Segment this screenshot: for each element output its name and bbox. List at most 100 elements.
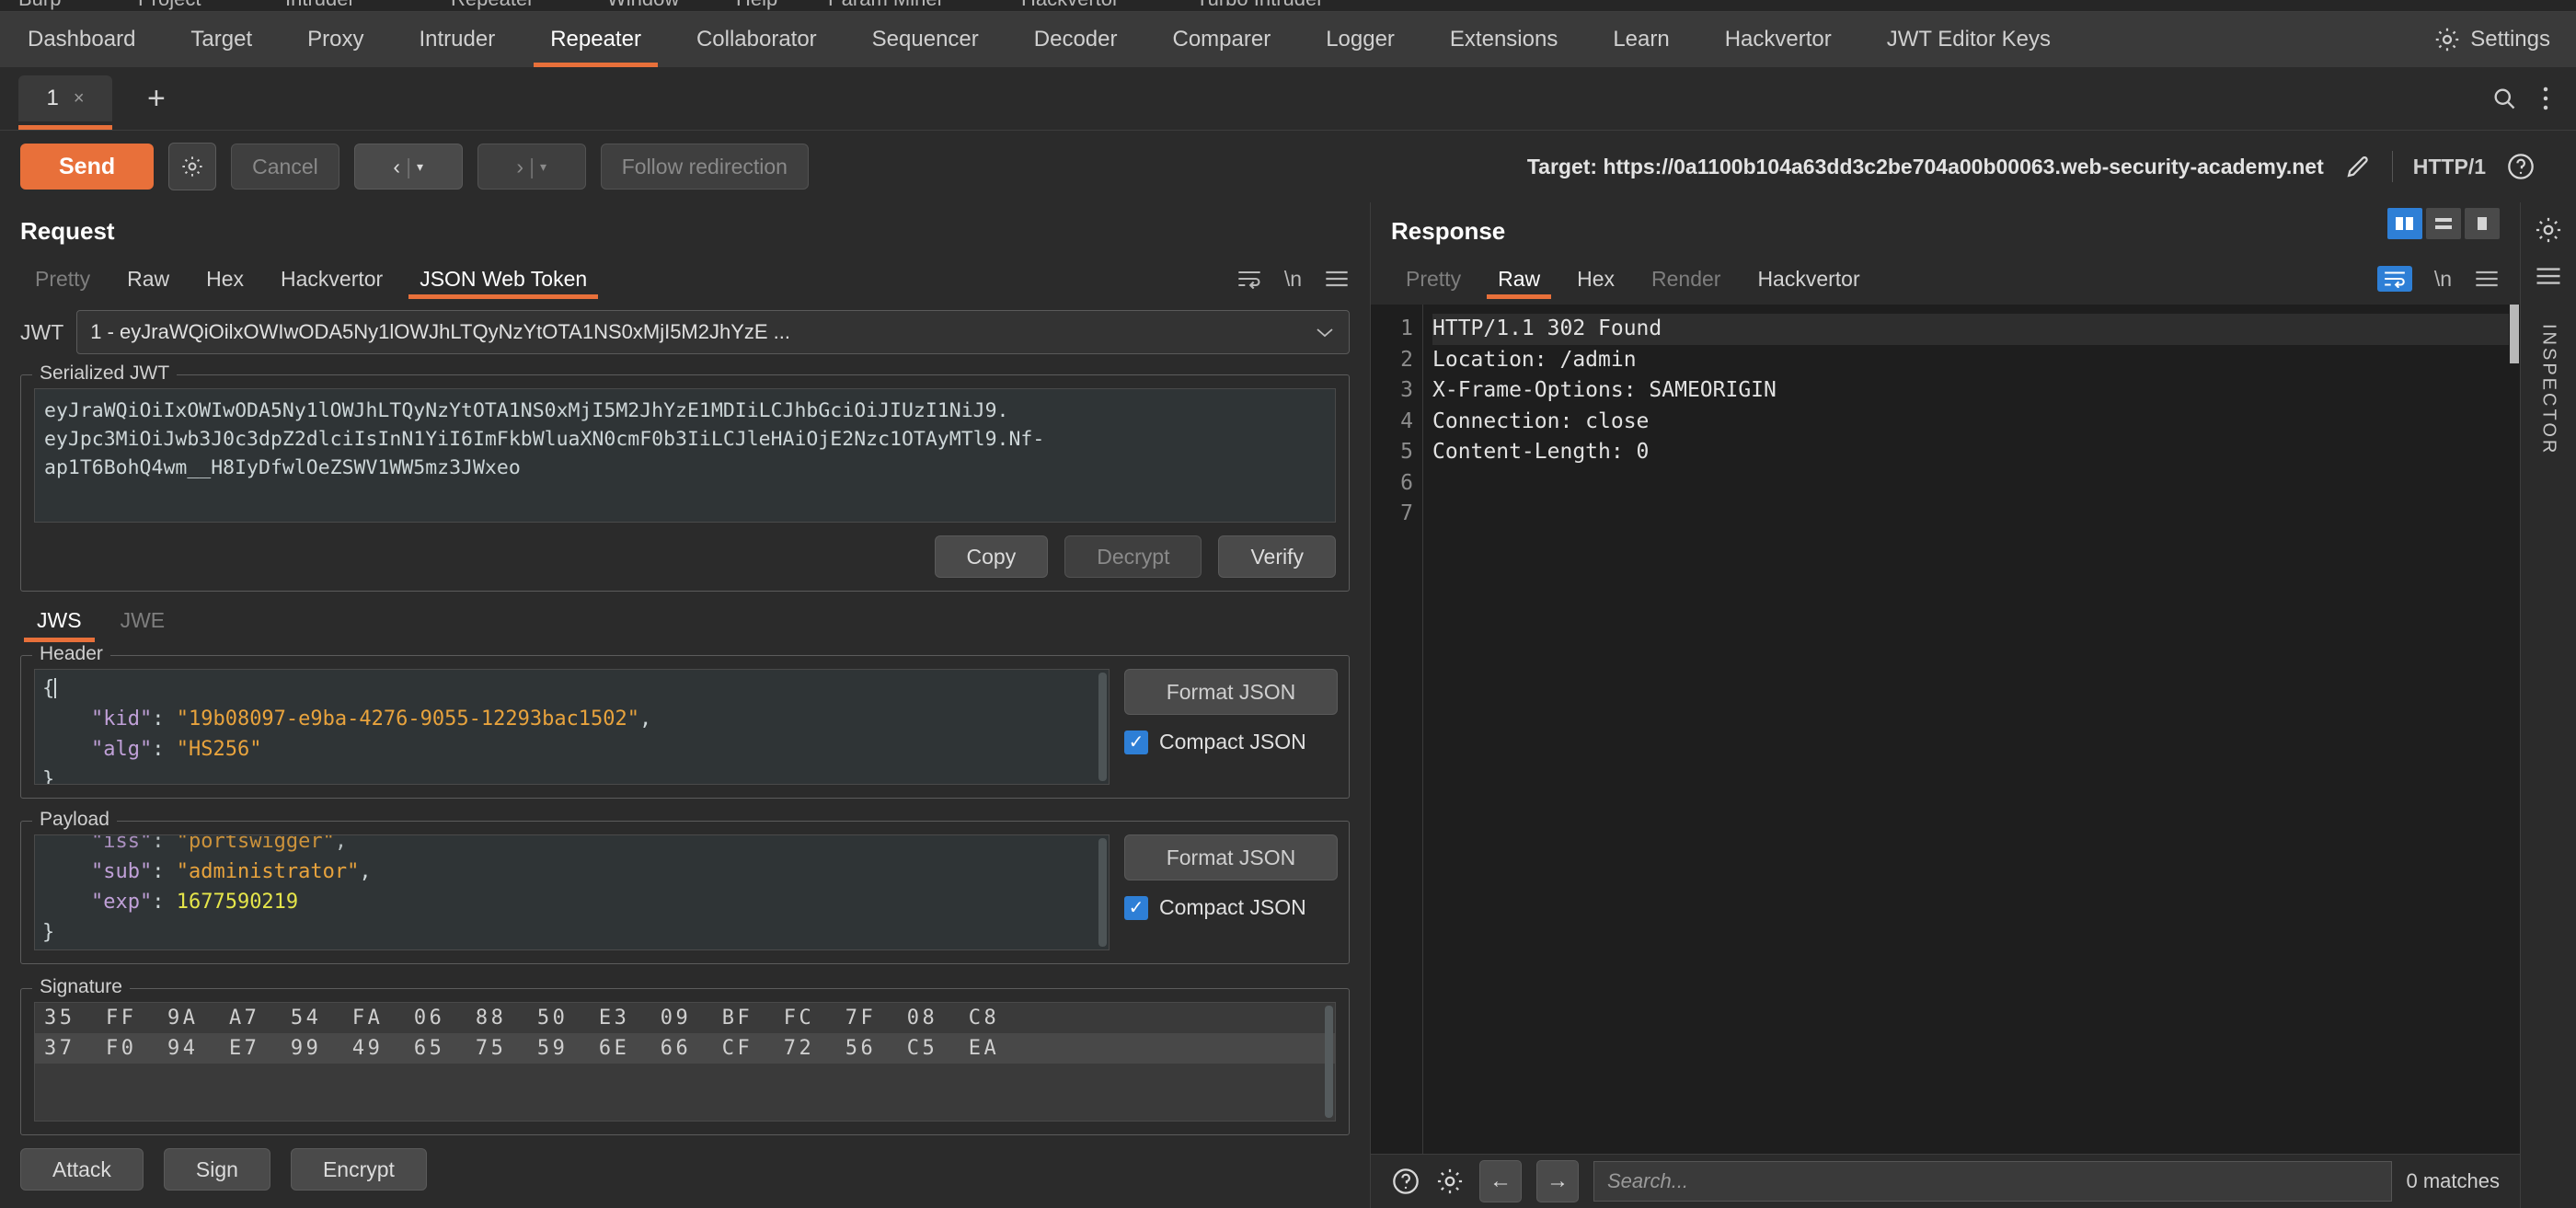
word-wrap-icon[interactable] <box>1236 269 1262 289</box>
chevron-down-icon[interactable]: ▾ <box>417 159 423 175</box>
chevron-down-icon[interactable] <box>1314 325 1336 339</box>
single-view-icon[interactable] <box>2465 208 2500 239</box>
nav-tab-comparer[interactable]: Comparer <box>1144 12 1298 67</box>
jwt-payload-editor[interactable]: "iss": "portswigger", "sub": "administra… <box>34 834 1110 950</box>
jwt-select[interactable]: 1 - eyJraWQiOilxOWIwODA5Ny1lOWJhLTQyNzYt… <box>76 310 1350 354</box>
nav-tab-dashboard[interactable]: Dashboard <box>0 12 163 67</box>
newline-icon[interactable]: \n <box>2434 267 2452 292</box>
main-tab-bar[interactable]: Dashboard Target Proxy Intruder Repeater… <box>0 12 2576 67</box>
vertical-scrollbar[interactable] <box>1325 1006 1333 1118</box>
tab-jws[interactable]: JWS <box>20 608 98 642</box>
send-settings-button[interactable] <box>168 143 217 190</box>
encrypt-button[interactable]: Encrypt <box>290 1148 427 1191</box>
response-tab-bar[interactable]: Pretty Raw Hex Render Hackvertor \n <box>1371 253 2520 305</box>
compact-json-checkbox-payload[interactable]: ✓ Compact JSON <box>1124 895 1306 920</box>
question-circle-icon[interactable] <box>1391 1167 1420 1196</box>
checkbox-checked-icon[interactable]: ✓ <box>1124 730 1148 754</box>
panel-icon[interactable] <box>2535 265 2562 287</box>
cancel-button[interactable]: Cancel <box>231 144 339 190</box>
nav-tab-repeater[interactable]: Repeater <box>523 12 669 67</box>
send-button[interactable]: Send <box>20 144 155 190</box>
jwt-header-editor[interactable]: { "kid": "19b08097-e9ba-4276-9055-12293b… <box>34 669 1110 785</box>
format-json-button-payload[interactable]: Format JSON <box>1124 834 1338 880</box>
close-icon[interactable]: × <box>74 88 85 109</box>
response-tab-raw[interactable]: Raw <box>1479 253 1558 305</box>
menu-item-turbo-intruder[interactable]: Turbo Intruder <box>1196 0 1324 11</box>
copy-button[interactable]: Copy <box>934 535 1049 578</box>
pencil-icon[interactable] <box>2344 153 2372 180</box>
request-tab-json-web-token[interactable]: JSON Web Token <box>401 253 605 305</box>
response-tab-pretty[interactable]: Pretty <box>1387 253 1479 305</box>
json-key-exp: "exp" <box>90 891 153 914</box>
nav-tab-logger[interactable]: Logger <box>1298 12 1422 67</box>
serialized-jwt-textarea[interactable]: eyJraWQiOiIxOWIwODA5Ny1lOWJhLTQyNzYtOTA1… <box>34 388 1336 523</box>
nav-tab-hackvertor[interactable]: Hackvertor <box>1697 12 1859 67</box>
menu-item-window[interactable]: Window <box>607 0 679 11</box>
repeater-tab-strip[interactable]: 1 × + <box>0 67 2576 131</box>
jws-jwe-tab-bar[interactable]: JWS JWE <box>0 592 1370 642</box>
request-tab-hex[interactable]: Hex <box>188 253 262 305</box>
response-scrollbar[interactable] <box>2509 305 2520 1154</box>
nav-tab-sequencer[interactable]: Sequencer <box>845 12 1006 67</box>
tab-jwe[interactable]: JWE <box>104 608 182 642</box>
split-view-icon[interactable] <box>2387 208 2422 239</box>
scrollbar-thumb[interactable] <box>2510 305 2519 363</box>
stacked-view-icon[interactable] <box>2426 208 2461 239</box>
chevron-down-icon[interactable]: ▾ <box>540 159 546 175</box>
request-tab-bar[interactable]: Pretty Raw Hex Hackvertor JSON Web Token… <box>0 253 1370 305</box>
response-raw-text[interactable]: HTTP/1.1 302 Found Location: /admin X-Fram… <box>1423 305 2520 1154</box>
gear-icon[interactable] <box>1435 1167 1465 1196</box>
menu-item-help[interactable]: Help <box>736 0 777 11</box>
search-icon[interactable] <box>2491 86 2517 111</box>
inspector-label[interactable]: INSPECTOR <box>2538 324 2559 455</box>
vertical-scrollbar[interactable] <box>1098 673 1107 781</box>
nav-tab-intruder[interactable]: Intruder <box>391 12 523 67</box>
response-tab-hex[interactable]: Hex <box>1558 253 1633 305</box>
nav-tab-collaborator[interactable]: Collaborator <box>669 12 845 67</box>
menu-item-hackvertor[interactable]: Hackvertor <box>1021 0 1119 11</box>
word-wrap-icon[interactable] <box>2376 266 2412 292</box>
response-tab-hackvertor[interactable]: Hackvertor <box>1739 253 1878 305</box>
response-tab-render[interactable]: Render <box>1633 253 1739 305</box>
hamburger-icon[interactable] <box>1324 269 1350 289</box>
attack-button[interactable]: Attack <box>20 1148 144 1191</box>
menu-item-project[interactable]: Project <box>138 0 201 11</box>
gear-icon[interactable] <box>2534 215 2563 245</box>
nav-tab-extensions[interactable]: Extensions <box>1422 12 1585 67</box>
nav-tab-learn[interactable]: Learn <box>1585 12 1696 67</box>
nav-tab-proxy[interactable]: Proxy <box>280 12 391 67</box>
format-json-button-header[interactable]: Format JSON <box>1124 669 1338 715</box>
add-tab-button[interactable]: + <box>138 83 175 114</box>
newline-icon[interactable]: \n <box>1284 267 1302 292</box>
menu-item-repeater[interactable]: Repeater <box>451 0 535 11</box>
nav-tab-decoder[interactable]: Decoder <box>1006 12 1145 67</box>
vertical-dots-icon[interactable] <box>2541 85 2550 112</box>
settings-button[interactable]: Settings <box>2424 12 2576 67</box>
search-next-button[interactable]: → <box>1536 1160 1579 1202</box>
question-circle-icon[interactable] <box>2506 152 2536 181</box>
previous-request-button[interactable]: ‹ | ▾ <box>353 144 463 190</box>
vertical-scrollbar[interactable] <box>1098 838 1107 947</box>
menu-item-burp[interactable]: Burp <box>18 0 61 11</box>
request-tab-hackvertor[interactable]: Hackvertor <box>262 253 401 305</box>
repeater-tab-1[interactable]: 1 × <box>18 75 112 130</box>
menu-item-param-miner[interactable]: Param Miner <box>828 0 944 11</box>
hamburger-icon[interactable] <box>2474 269 2500 289</box>
checkbox-checked-icon[interactable]: ✓ <box>1124 895 1148 920</box>
request-tab-pretty[interactable]: Pretty <box>17 253 109 305</box>
response-body[interactable]: 1 2 3 4 5 6 7 HTTP/1.1 302 Found Location: /adm… <box>1371 305 2520 1154</box>
application-menu-bar[interactable]: Burp Project Intruder Repeater Window He… <box>0 0 2576 12</box>
next-request-button[interactable]: › | ▾ <box>477 144 586 190</box>
decrypt-button[interactable]: Decrypt <box>1064 535 1202 578</box>
compact-json-checkbox-header[interactable]: ✓ Compact JSON <box>1124 730 1306 754</box>
nav-tab-jwt-editor-keys[interactable]: JWT Editor Keys <box>1859 12 2078 67</box>
nav-tab-target[interactable]: Target <box>163 12 280 67</box>
sign-button[interactable]: Sign <box>163 1148 270 1191</box>
verify-button[interactable]: Verify <box>1218 535 1336 578</box>
search-input[interactable]: Search... <box>1593 1161 2392 1202</box>
search-previous-button[interactable]: ← <box>1479 1160 1522 1202</box>
menu-item-intruder[interactable]: Intruder <box>285 0 355 11</box>
follow-redirection-button[interactable]: Follow redirection <box>600 144 809 190</box>
request-tab-raw[interactable]: Raw <box>109 253 188 305</box>
jwt-signature-hex-editor[interactable]: 35 FF 9A A7 54 FA 06 88 50 E3 09 BF FC 7… <box>34 1002 1336 1122</box>
